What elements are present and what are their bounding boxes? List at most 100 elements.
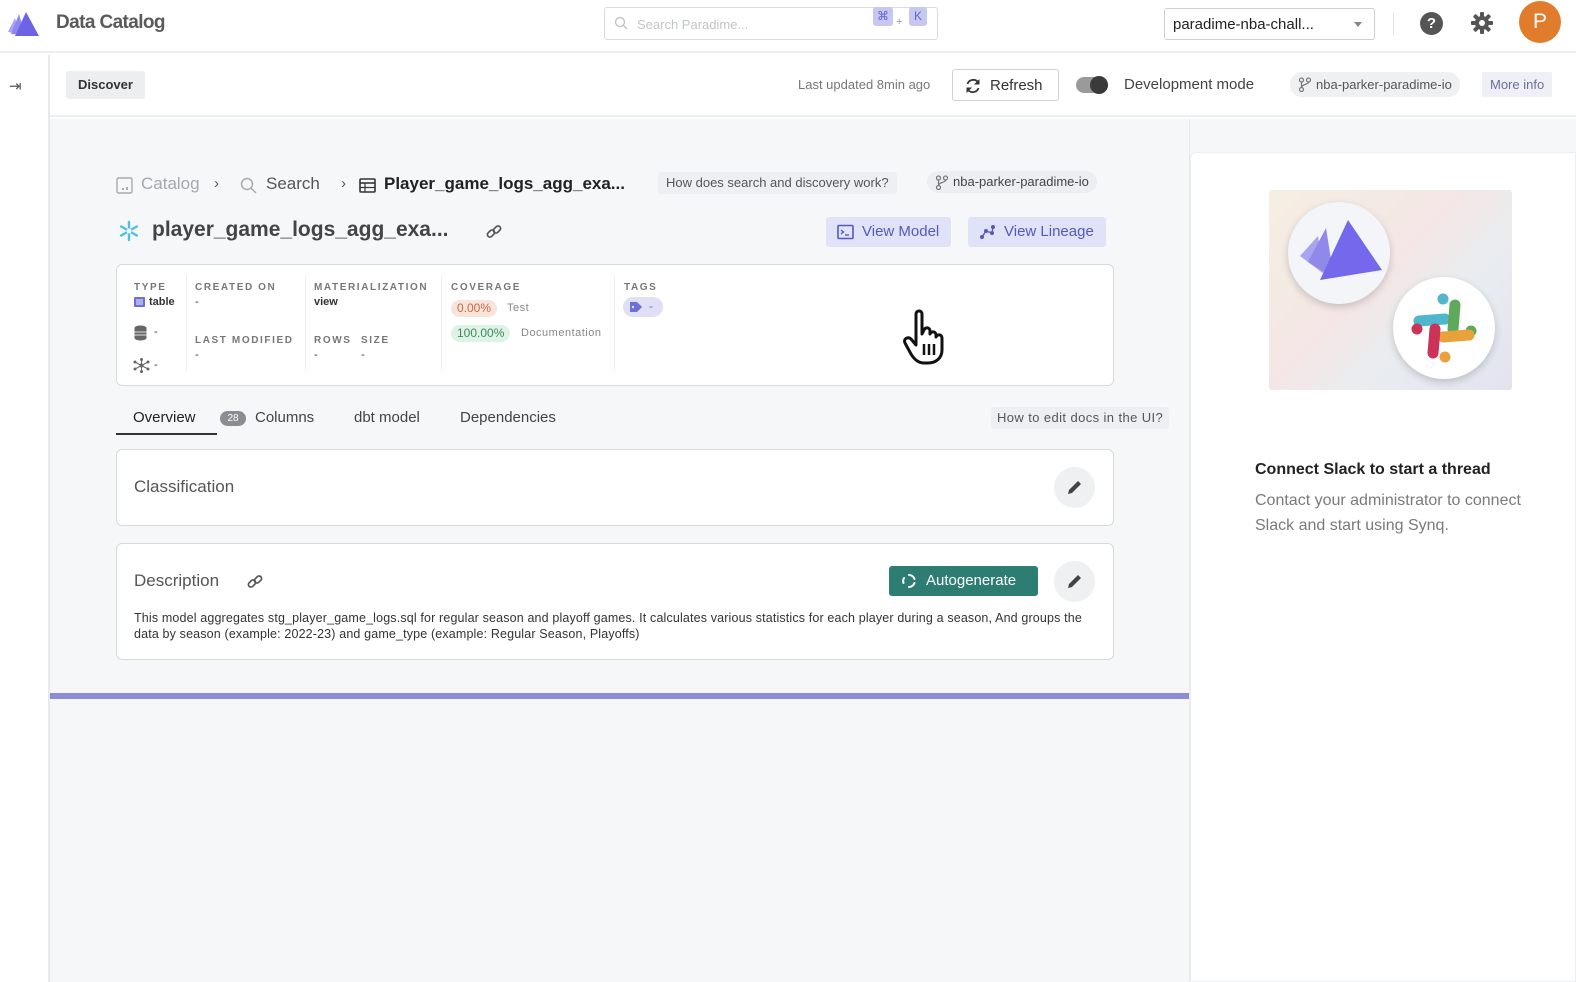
search-placeholder: Search Paradime... xyxy=(637,17,749,32)
last-modified-label: LAST MODIFIED xyxy=(195,335,294,346)
discover-tab[interactable]: Discover xyxy=(66,71,145,99)
git-branch-icon xyxy=(935,175,949,190)
description-title: Description xyxy=(134,571,220,590)
slack-logo-icon xyxy=(1411,293,1477,363)
breadcrumb-catalog[interactable]: Catalog xyxy=(141,174,200,194)
coverage-label: COVERAGE xyxy=(451,282,522,293)
branch-chip: nba-parker-paradime-io xyxy=(927,171,1097,193)
table-icon xyxy=(134,297,145,307)
view-model-button[interactable]: View Model xyxy=(826,217,952,247)
refresh-button[interactable]: Refresh xyxy=(952,69,1059,101)
last-updated-text: Last updated 8min ago xyxy=(798,77,931,92)
size-value: - xyxy=(361,349,365,361)
last-modified-value: - xyxy=(195,349,199,361)
slack-integration-illustration xyxy=(1269,190,1512,390)
rows-value: - xyxy=(314,349,318,361)
metadata-card: TYPE table - - CREATED ON - LAST MODIFIE… xyxy=(116,264,1114,386)
classification-title: Classification xyxy=(134,477,235,496)
type-label: TYPE xyxy=(134,282,167,293)
chevron-down-icon xyxy=(1354,22,1362,27)
loading-progress-fill xyxy=(50,693,1189,699)
toggle-knob xyxy=(1090,76,1108,94)
slack-panel-title: Connect Slack to start a thread xyxy=(1255,461,1491,478)
materialization-value: view xyxy=(314,296,338,308)
workspace-select[interactable]: paradime-nba-chall... xyxy=(1164,8,1375,40)
view-lineage-label: View Lineage xyxy=(1004,223,1094,240)
development-mode-toggle[interactable] xyxy=(1076,76,1108,94)
classification-card: Classification xyxy=(116,449,1114,526)
tab-dbt-model[interactable]: dbt model xyxy=(354,409,420,426)
autogenerate-icon xyxy=(902,574,916,588)
refresh-label: Refresh xyxy=(990,77,1043,94)
edit-classification-button[interactable] xyxy=(1054,467,1095,508)
description-card: Description Autogenerate This model aggr… xyxy=(116,543,1114,660)
loading-progress-bar xyxy=(50,693,1189,699)
branch-chip: nba-parker-paradime-io xyxy=(1290,72,1460,97)
doc-coverage-pill: 100.00% xyxy=(451,325,511,342)
sub-toolbar: Discover Last updated 8min ago Refresh D… xyxy=(50,55,1576,117)
database-value: - xyxy=(154,326,158,338)
test-coverage-pill: 0.00% xyxy=(451,300,498,317)
meta-col-tags: TAGS - xyxy=(615,275,735,371)
view-lineage-button[interactable]: View Lineage xyxy=(968,217,1106,247)
pencil-icon xyxy=(1068,481,1081,494)
shortcut-key-cmd: ⌘ xyxy=(873,7,893,26)
branch-name: nba-parker-paradime-io xyxy=(1316,77,1452,92)
search-discovery-help-link[interactable]: How does search and discovery work? xyxy=(658,172,897,194)
tag-icon xyxy=(630,302,642,312)
expand-sidebar-icon[interactable]: ⇥ xyxy=(9,77,22,95)
breadcrumb-current-model: Player_game_logs_agg_exa... xyxy=(384,174,625,193)
slack-logo-circle xyxy=(1393,277,1495,379)
git-branch-icon xyxy=(1298,77,1312,92)
tab-columns[interactable]: Columns xyxy=(255,409,314,426)
paradime-logo-icon xyxy=(1300,220,1382,280)
left-rail: ⇥ xyxy=(0,55,50,982)
doc-coverage-note: Documentation xyxy=(521,327,602,339)
pencil-icon xyxy=(1068,575,1081,588)
branch-name: nba-parker-paradime-io xyxy=(953,174,1089,189)
schema-icon xyxy=(133,358,150,373)
active-tab-underline xyxy=(116,433,217,435)
view-model-label: View Model xyxy=(862,223,940,240)
created-on-value: - xyxy=(195,296,199,308)
autogenerate-label: Autogenerate xyxy=(926,572,1017,589)
database-icon xyxy=(134,325,147,341)
search-icon xyxy=(614,16,628,30)
paradime-logo-icon[interactable] xyxy=(6,10,40,38)
tags-pill[interactable]: - xyxy=(623,297,663,317)
autogenerate-button[interactable]: Autogenerate xyxy=(889,566,1038,596)
workspace-selected-value: paradime-nba-chall... xyxy=(1173,16,1314,33)
help-icon[interactable]: ? xyxy=(1420,12,1443,35)
materialization-label: MATERIALIZATION xyxy=(314,282,429,293)
detail-tabs: Overview 28 Columns dbt model Dependenci… xyxy=(116,404,1170,436)
tags-label: TAGS xyxy=(624,282,658,293)
size-label: SIZE xyxy=(361,335,390,346)
user-avatar[interactable]: P xyxy=(1519,1,1561,43)
header-divider xyxy=(1393,12,1394,36)
meta-col-type: TYPE table - - xyxy=(117,275,187,373)
test-coverage-note: Test xyxy=(507,302,530,314)
meta-col-materialization: MATERIALIZATION view ROWS - SIZE - xyxy=(306,275,442,371)
schema-value: - xyxy=(154,359,158,371)
slack-panel-text: Contact your administrator to connect Sl… xyxy=(1255,492,1521,534)
hand-pointer-cursor-icon xyxy=(903,309,944,365)
tab-overview[interactable]: Overview xyxy=(133,409,196,426)
edit-description-button[interactable] xyxy=(1054,561,1095,602)
slack-thread-panel: Connect Slack to start a thread Contact … xyxy=(1190,119,1576,982)
gear-icon[interactable] xyxy=(1469,10,1495,36)
shortcut-key-k: K xyxy=(909,7,927,26)
top-header: Data Catalog Search Paradime... ⌘ + K pa… xyxy=(0,0,1576,53)
tab-dependencies[interactable]: Dependencies xyxy=(460,409,556,426)
lineage-icon xyxy=(980,225,995,239)
copy-link-icon[interactable] xyxy=(485,223,503,241)
snowflake-icon xyxy=(120,220,138,242)
meta-col-dates: CREATED ON - LAST MODIFIED - xyxy=(187,275,306,371)
terminal-icon xyxy=(837,224,854,240)
edit-docs-help-link[interactable]: How to edit docs in the UI? xyxy=(991,407,1170,429)
model-title: player_game_logs_agg_exa... xyxy=(152,218,449,241)
more-info-link[interactable]: More info xyxy=(1482,72,1553,97)
table-icon xyxy=(359,178,376,193)
breadcrumb-search[interactable]: Search xyxy=(266,174,320,194)
copy-link-icon[interactable] xyxy=(246,573,264,591)
catalog-icon xyxy=(116,177,133,194)
